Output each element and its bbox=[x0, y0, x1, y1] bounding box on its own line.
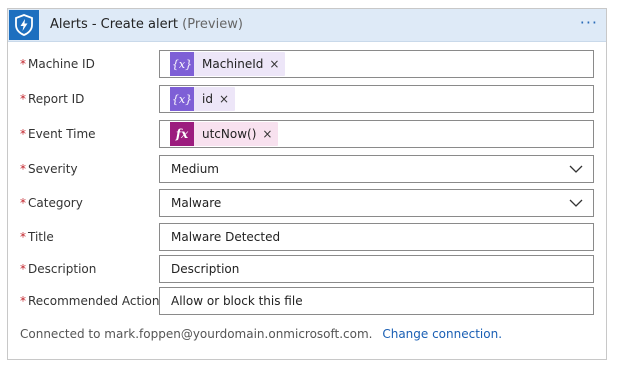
description-value: Description bbox=[171, 262, 240, 276]
change-connection-link[interactable]: Change connection. bbox=[382, 327, 502, 341]
required-marker: * bbox=[20, 57, 26, 71]
required-marker: * bbox=[20, 262, 26, 276]
variable-icon: {x} bbox=[170, 87, 194, 111]
preview-tag: (Preview) bbox=[182, 17, 243, 32]
action-card: Alerts - Create alert (Preview) ··· * Mac… bbox=[7, 8, 607, 360]
shield-lightning-icon bbox=[9, 10, 39, 40]
label-recommended-action: * Recommended Action bbox=[20, 294, 160, 308]
label-title: * Title bbox=[20, 230, 54, 244]
token-label: MachineId bbox=[202, 57, 264, 71]
row-recommended-action: * Recommended Action Allow or block this … bbox=[20, 287, 596, 315]
required-marker: * bbox=[20, 92, 26, 106]
required-marker: * bbox=[20, 294, 26, 308]
more-options-icon[interactable]: ··· bbox=[580, 14, 598, 32]
severity-dropdown[interactable]: Medium bbox=[159, 155, 594, 183]
token-remove-icon[interactable]: × bbox=[262, 127, 278, 141]
connected-text: Connected to mark.foppen@yourdomain.onmi… bbox=[20, 327, 373, 341]
required-marker: * bbox=[20, 196, 26, 210]
row-report-id: * Report ID {x} id × bbox=[20, 85, 596, 113]
required-marker: * bbox=[20, 127, 26, 141]
token-utcnow[interactable]: fx utcNow() × bbox=[170, 122, 279, 146]
token-label: utcNow() bbox=[202, 127, 257, 141]
row-title: * Title Malware Detected bbox=[20, 223, 596, 251]
chevron-down-icon[interactable] bbox=[569, 163, 583, 175]
recommended-action-input[interactable]: Allow or block this file bbox=[159, 287, 594, 315]
description-input[interactable]: Description bbox=[159, 255, 594, 283]
event-time-input[interactable]: fx utcNow() × bbox=[159, 120, 594, 148]
card-title: Alerts - Create alert (Preview) bbox=[50, 17, 243, 32]
required-marker: * bbox=[20, 230, 26, 244]
expression-icon: fx bbox=[170, 122, 194, 146]
chevron-down-icon[interactable] bbox=[569, 197, 583, 209]
severity-value: Medium bbox=[171, 162, 219, 176]
variable-icon: {x} bbox=[170, 52, 194, 76]
token-machineid[interactable]: {x} MachineId × bbox=[170, 52, 286, 76]
row-severity: * Severity Medium bbox=[20, 155, 596, 183]
machine-id-input[interactable]: {x} MachineId × bbox=[159, 50, 594, 78]
card-header[interactable]: Alerts - Create alert (Preview) ··· bbox=[8, 9, 606, 42]
title-value: Malware Detected bbox=[171, 230, 281, 244]
label-report-id: * Report ID bbox=[20, 92, 85, 106]
token-label: id bbox=[202, 92, 213, 106]
label-category: * Category bbox=[20, 196, 83, 210]
category-value: Malware bbox=[171, 196, 222, 210]
recommended-action-value: Allow or block this file bbox=[171, 294, 303, 308]
title-input[interactable]: Malware Detected bbox=[159, 223, 594, 251]
required-marker: * bbox=[20, 162, 26, 176]
label-event-time: * Event Time bbox=[20, 127, 96, 141]
report-id-input[interactable]: {x} id × bbox=[159, 85, 594, 113]
token-id[interactable]: {x} id × bbox=[170, 87, 236, 111]
label-description: * Description bbox=[20, 262, 97, 276]
row-event-time: * Event Time fx utcNow() × bbox=[20, 120, 596, 148]
category-dropdown[interactable]: Malware bbox=[159, 189, 594, 217]
row-category: * Category Malware bbox=[20, 189, 596, 217]
connection-footer: Connected to mark.foppen@yourdomain.onmi… bbox=[20, 327, 502, 341]
token-remove-icon[interactable]: × bbox=[269, 57, 285, 71]
row-description: * Description Description bbox=[20, 255, 596, 283]
row-machine-id: * Machine ID {x} MachineId × bbox=[20, 50, 596, 78]
card-title-text: Alerts - Create alert bbox=[50, 17, 179, 32]
label-severity: * Severity bbox=[20, 162, 78, 176]
token-remove-icon[interactable]: × bbox=[219, 92, 235, 106]
label-machine-id: * Machine ID bbox=[20, 57, 95, 71]
